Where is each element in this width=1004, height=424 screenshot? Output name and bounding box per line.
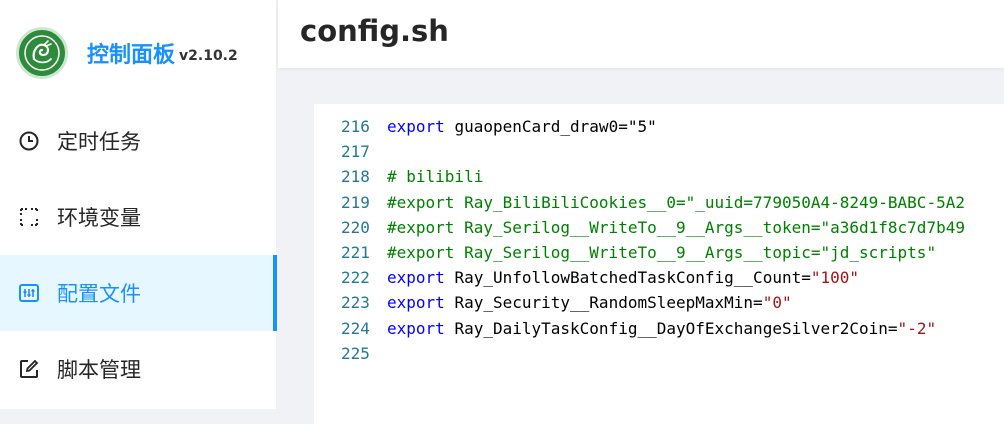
code-lines[interactable]: 216 export guaopenCard_draw0="5" 217 218 # b… bbox=[314, 117, 965, 366]
code-line[interactable]: 218 # bilibili bbox=[314, 164, 965, 189]
line-number: 220 bbox=[341, 217, 370, 237]
line-number: 221 bbox=[341, 242, 370, 262]
sidebar-item-script-management[interactable]: 脚本管理 bbox=[0, 331, 277, 407]
code-editor[interactable]: 216 export guaopenCard_draw0="5" 217 218 # b… bbox=[314, 104, 1004, 424]
code-token: Ray_Security__RandomSleepMaxMin= bbox=[454, 293, 763, 313]
sidebar-menu: 定时任务 环境变量 配置文件 脚本管理 bbox=[0, 103, 277, 407]
edit-icon bbox=[18, 358, 40, 380]
sidebar-item-config-files[interactable]: 配置文件 bbox=[0, 255, 277, 331]
line-number: 225 bbox=[341, 343, 370, 363]
brand-title: 控制面板 bbox=[87, 43, 176, 68]
line-number: 223 bbox=[341, 293, 370, 313]
code-token: export bbox=[387, 293, 455, 313]
line-number: 219 bbox=[341, 192, 370, 212]
code-line[interactable]: 223 export Ray_Security__RandomSleepMaxMi… bbox=[314, 290, 965, 315]
line-number: 217 bbox=[341, 142, 370, 162]
sidebar-item-label: 脚本管理 bbox=[57, 358, 141, 382]
sidebar: 控制面板 v2.10.2 定时任务 环境变量 配置文件 脚本管理 bbox=[0, 0, 277, 409]
code-token: # bilibili bbox=[387, 167, 484, 187]
sidebar-item-scheduled-tasks[interactable]: 定时任务 bbox=[0, 103, 277, 179]
code-line[interactable]: 224 export Ray_DailyTaskConfig__DayOfExch… bbox=[314, 316, 965, 341]
code-token: guaopenCard_draw0="5" bbox=[454, 117, 657, 136]
code-token: #export Ray_BiliBiliCookies__0="_uuid=77… bbox=[387, 192, 965, 212]
version-label: v2.10.2 bbox=[179, 48, 238, 64]
code-token: Ray_UnfollowBatchedTaskConfig__Count= bbox=[454, 268, 811, 288]
code-line[interactable]: 222 export Ray_UnfollowBatchedTaskConfig_… bbox=[314, 265, 965, 290]
line-number: 222 bbox=[341, 268, 370, 288]
code-line[interactable]: 219 #export Ray_BiliBiliCookies__0="_uuid… bbox=[314, 190, 965, 215]
code-line[interactable]: 225 bbox=[314, 341, 965, 366]
code-token: "-2" bbox=[897, 318, 937, 338]
clock-icon bbox=[18, 130, 40, 152]
config-icon bbox=[18, 282, 40, 304]
code-line[interactable]: 216 export guaopenCard_draw0="5" bbox=[314, 114, 965, 139]
sidebar-item-env-variables[interactable]: 环境变量 bbox=[0, 179, 277, 255]
line-number: 224 bbox=[341, 318, 370, 338]
page-title: config.sh bbox=[300, 14, 449, 48]
code-token: export bbox=[387, 117, 455, 136]
code-token: export bbox=[387, 268, 455, 288]
code-line[interactable]: 217 bbox=[314, 139, 965, 164]
line-number: 216 bbox=[341, 117, 370, 136]
code-token: #export Ray_Serilog__WriteTo__9__Args__t… bbox=[387, 242, 937, 262]
variable-icon bbox=[18, 206, 40, 228]
brand-header[interactable]: 控制面板 v2.10.2 bbox=[16, 26, 238, 80]
code-token: #export Ray_Serilog__WriteTo__9__Args__t… bbox=[387, 217, 965, 237]
dragon-logo-icon bbox=[16, 27, 68, 79]
code-token: Ray_DailyTaskConfig__DayOfExchangeSilver… bbox=[454, 318, 898, 338]
sidebar-item-label: 配置文件 bbox=[57, 282, 141, 306]
code-token: "100" bbox=[810, 268, 860, 288]
code-token: "0" bbox=[762, 293, 792, 313]
code-token: export bbox=[387, 318, 455, 338]
code-line[interactable]: 220 #export Ray_Serilog__WriteTo__9__Args… bbox=[314, 215, 965, 240]
sidebar-item-label: 定时任务 bbox=[57, 130, 141, 154]
sidebar-item-label: 环境变量 bbox=[57, 206, 141, 230]
page-header: config.sh bbox=[278, 0, 1004, 68]
code-line[interactable]: 221 #export Ray_Serilog__WriteTo__9__Args… bbox=[314, 240, 965, 265]
line-number: 218 bbox=[341, 167, 370, 187]
